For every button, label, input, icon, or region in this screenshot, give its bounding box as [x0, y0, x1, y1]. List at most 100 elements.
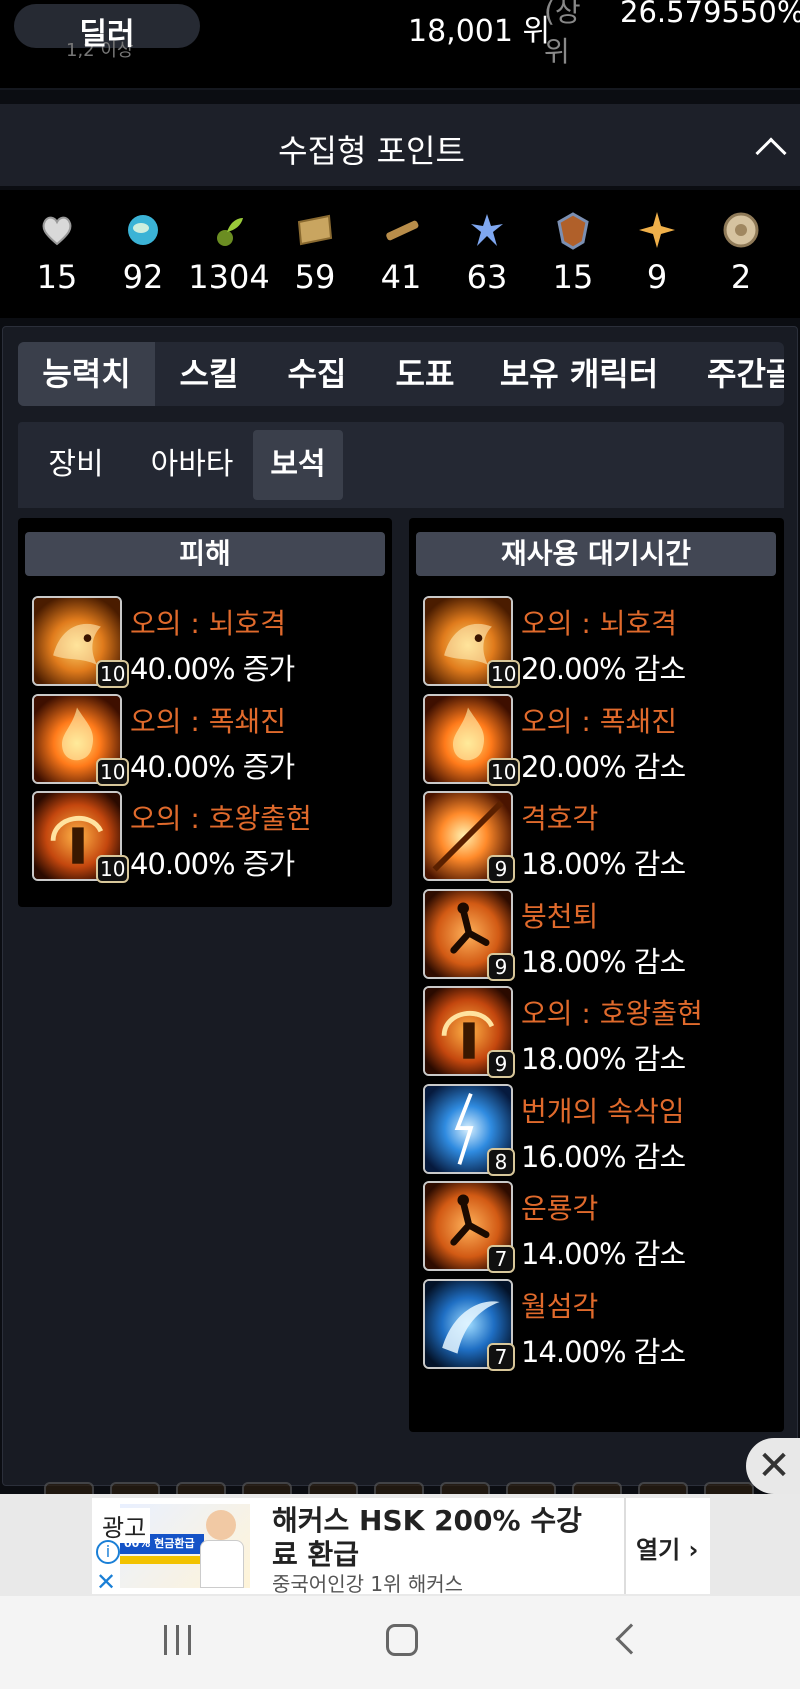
gem-effect: 40.00% 증가 — [130, 847, 295, 881]
gem-cooldown-column: 재사용 대기시간 10 오의 : 뇌호격 20.00% 감소 10 오의 : 폭쇄진 20… — [409, 518, 784, 1432]
gem-level-badge: 10 — [96, 855, 130, 883]
map-icon — [297, 214, 333, 246]
collection-item-heart[interactable]: 15 — [14, 210, 100, 296]
subtab-gems[interactable]: 보석 — [253, 430, 343, 500]
gem-effect: 40.00% 증가 — [130, 749, 295, 784]
collection-title: 수집형 포인트 — [278, 132, 465, 170]
collection-item-seed[interactable]: 1304 — [186, 210, 272, 296]
role-label: 딜러 — [79, 17, 135, 52]
collection-points: 15 92 1304 59 41 63 15 9 2 — [0, 190, 800, 318]
gem-level-badge: 7 — [487, 1342, 515, 1371]
ad-model-body — [200, 1540, 244, 1588]
rank-value: 18,001 위 — [408, 14, 551, 49]
gem-skill-name: 운룡각 — [521, 1192, 599, 1225]
subtab-equipment[interactable]: 장비 — [32, 430, 120, 500]
gem-row[interactable]: 10 오의 : 호왕출현 40.00% 증가 — [32, 791, 382, 883]
tab-weekly[interactable]: 주간골 — [679, 342, 784, 406]
gem-effect: 20.00% 감소 — [521, 652, 686, 686]
gem-level-badge: 9 — [487, 1050, 515, 1078]
gem-effect: 18.00% 감소 — [521, 944, 686, 979]
recents-icon[interactable] — [164, 1625, 194, 1655]
tab-stats[interactable]: 능력치 — [18, 342, 155, 406]
rank-paren: (상위 — [544, 0, 581, 68]
collection-header[interactable]: 수집형 포인트 — [0, 104, 800, 186]
coin-icon — [723, 212, 759, 248]
ad-close-button[interactable]: ✕ — [746, 1438, 800, 1494]
gem-row[interactable]: 9 격호각 18.00% 감소 — [423, 791, 773, 883]
crest-icon — [557, 212, 589, 250]
gem-effect: 16.00% 감소 — [521, 1139, 686, 1174]
gem-level-badge: 10 — [96, 757, 130, 786]
gem-row[interactable]: 8 번개의 속삭임 16.00% 감소 — [423, 1083, 773, 1176]
main-tabs: 능력치 스킬 수집 도표 보유 캐릭터 주간골 — [18, 342, 784, 406]
gem-row[interactable]: 10 오의 : 폭쇄진 40.00% 증가 — [32, 693, 382, 786]
ad-title[interactable]: 해커스 HSK 200% 수강료 환급 — [272, 1504, 592, 1572]
gem-skill-name: 오의 : 폭쇄진 — [130, 704, 287, 738]
cooldown-header: 재사용 대기시간 — [416, 532, 776, 576]
gem-skill-name: 오의 : 호왕출현 — [521, 997, 703, 1030]
gem-skill-name: 월섬각 — [521, 1289, 599, 1323]
subtab-avatar[interactable]: 아바타 — [136, 430, 248, 500]
gem-level-badge: 10 — [487, 757, 521, 786]
role-badge: 1,2 이상 딜러 — [14, 4, 200, 61]
ad-label: 광고 — [98, 1508, 151, 1543]
damage-header: 피해 — [25, 532, 385, 576]
gem-skill-name: 오의 : 호왕출현 — [130, 802, 312, 835]
gem-row[interactable]: 10 오의 : 뇌호격 40.00% 증가 — [32, 596, 382, 688]
gem-damage-column: 피해 10 오의 : 뇌호격 40.00% 증가 10 오의 : 폭쇄진 40.00% 증… — [18, 518, 392, 907]
gem-skill-name: 격호각 — [521, 802, 599, 835]
sub-tabs: 장비 아바타 보석 — [18, 422, 784, 508]
gem-level-badge: 7 — [487, 1245, 515, 1273]
chevron-right-icon: › — [688, 1536, 699, 1564]
collection-item-leaf[interactable]: 63 — [444, 210, 530, 296]
tab-collection[interactable]: 수집 — [263, 342, 371, 406]
gem-level-badge: 10 — [487, 660, 521, 688]
close-icon: ✕ — [757, 1443, 791, 1489]
gem-row[interactable]: 7 운룡각 14.00% 감소 — [423, 1181, 773, 1273]
island-icon — [128, 215, 158, 245]
gem-row[interactable]: 10 오의 : 뇌호격 20.00% 감소 — [423, 596, 773, 688]
gem-effect: 18.00% 감소 — [521, 847, 686, 881]
seed-icon — [217, 218, 243, 246]
gem-effect: 14.00% 감소 — [521, 1237, 686, 1271]
gem-skill-name: 붕천퇴 — [521, 899, 599, 933]
gem-effect: 40.00% 증가 — [130, 652, 295, 686]
tab-skills[interactable]: 스킬 — [155, 342, 263, 406]
heart-icon — [42, 216, 72, 246]
gem-effect: 20.00% 감소 — [521, 749, 686, 784]
collection-item-star[interactable]: 9 — [614, 210, 700, 296]
collection-item-telescope[interactable]: 41 — [358, 210, 444, 296]
home-icon[interactable] — [386, 1624, 418, 1656]
collection-item-coin[interactable]: 2 — [698, 210, 784, 296]
gem-effect: 18.00% 감소 — [521, 1042, 686, 1076]
gem-row[interactable]: 9 오의 : 호왕출현 18.00% 감소 — [423, 986, 773, 1078]
rank-strip: 1,2 이상 딜러 18,001 위 (상위 26.579550%) — [0, 0, 800, 90]
ad-dismiss-icon[interactable]: ✕ — [96, 1568, 116, 1596]
telescope-icon — [386, 220, 419, 241]
gem-row[interactable]: 9 붕천퇴 18.00% 감소 — [423, 888, 773, 981]
gem-row[interactable]: 7 월섬각 14.00% 감소 — [423, 1278, 773, 1371]
ad-subtitle: 중국어인강 1위 해커스 — [272, 1572, 464, 1596]
collection-item-island[interactable]: 92 — [100, 210, 186, 296]
gem-level-badge: 9 — [487, 952, 515, 981]
collection-item-crest[interactable]: 15 — [530, 210, 616, 296]
gem-row[interactable]: 10 오의 : 폭쇄진 20.00% 감소 — [423, 693, 773, 786]
gem-skill-name: 오의 : 뇌호격 — [130, 607, 287, 640]
gem-effect: 14.00% 감소 — [521, 1334, 686, 1369]
gem-level-badge: 9 — [487, 855, 515, 883]
tab-chart[interactable]: 도표 — [371, 342, 479, 406]
gem-level-badge: 8 — [487, 1147, 515, 1176]
rank-percent: 26.579550%) — [620, 0, 800, 29]
ad-image-stripe — [120, 1556, 204, 1564]
gem-skill-name: 번개의 속삭임 — [521, 1094, 685, 1128]
gem-skill-name: 오의 : 뇌호격 — [521, 607, 678, 640]
ad-open-button[interactable]: 열기 › — [636, 1530, 698, 1565]
star-icon — [639, 212, 675, 248]
gem-skill-name: 오의 : 폭쇄진 — [521, 704, 678, 738]
tab-characters[interactable]: 보유 캐릭터 — [479, 342, 679, 406]
info-icon[interactable]: i — [96, 1540, 120, 1564]
gem-level-badge: 10 — [96, 660, 130, 688]
ad-model-face — [206, 1510, 236, 1540]
collection-item-map[interactable]: 59 — [272, 210, 358, 296]
leaf-icon — [471, 214, 503, 246]
